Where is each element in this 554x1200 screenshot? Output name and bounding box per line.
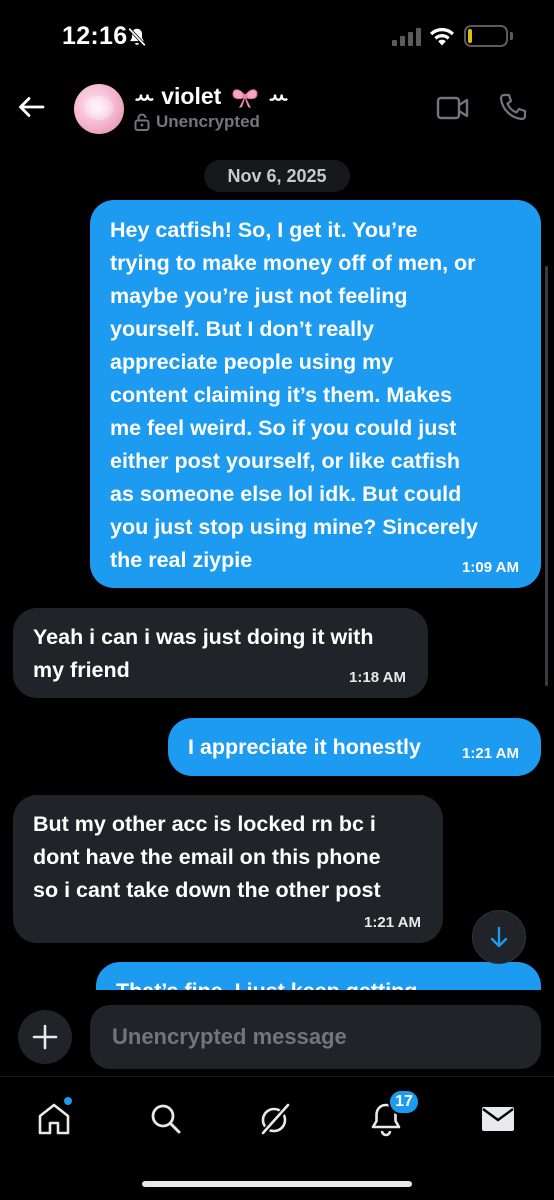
arrow-down-icon [490,926,508,948]
plus-icon [32,1024,58,1050]
message-text: Hey catfish! So, I get it. You’re trying… [110,218,478,572]
message-input[interactable] [90,1005,541,1069]
home-notification-dot [62,1095,74,1107]
message-bubble-outgoing[interactable]: Hey catfish! So, I get it. You’re trying… [90,200,541,588]
date-divider: Nov 6, 2025 [204,160,350,192]
nav-grok[interactable] [255,1099,295,1139]
notifications-badge: 17 [388,1089,420,1115]
add-attachment-button[interactable] [18,1010,72,1064]
bottom-navigation: 17 [0,1076,554,1200]
message-bubble-outgoing[interactable]: I appreciate it honestly 1:21 AM [168,718,541,776]
message-bubble-incoming[interactable]: Yeah i can i was just doing it with my f… [13,608,428,698]
message-text: That’s fine. I just keep getting [116,975,521,990]
message-time: 1:21 AM [462,745,519,762]
search-icon [151,1104,181,1134]
nav-home[interactable] [34,1095,74,1139]
scrollbar[interactable] [545,266,548,686]
message-list[interactable]: Nov 6, 2025 Hey catfish! So, I get it. Y… [0,0,554,990]
message-text: But my other acc is locked rn bc i dont … [33,812,381,902]
message-time: 1:09 AM [462,559,519,576]
messages-icon [482,1107,514,1131]
message-time: 1:18 AM [349,669,406,686]
message-bubble-incoming[interactable]: But my other acc is locked rn bc i dont … [13,795,443,943]
nav-messages[interactable] [478,1099,518,1139]
message-bubble-outgoing[interactable]: That’s fine. I just keep getting [96,962,541,990]
grok-icon [261,1103,291,1135]
scroll-to-bottom-button[interactable] [472,910,526,964]
nav-notifications[interactable]: 17 [366,1089,420,1139]
home-indicator [142,1181,412,1187]
message-time: 1:21 AM [364,914,421,931]
message-composer [0,1000,554,1076]
nav-search[interactable] [146,1099,186,1139]
